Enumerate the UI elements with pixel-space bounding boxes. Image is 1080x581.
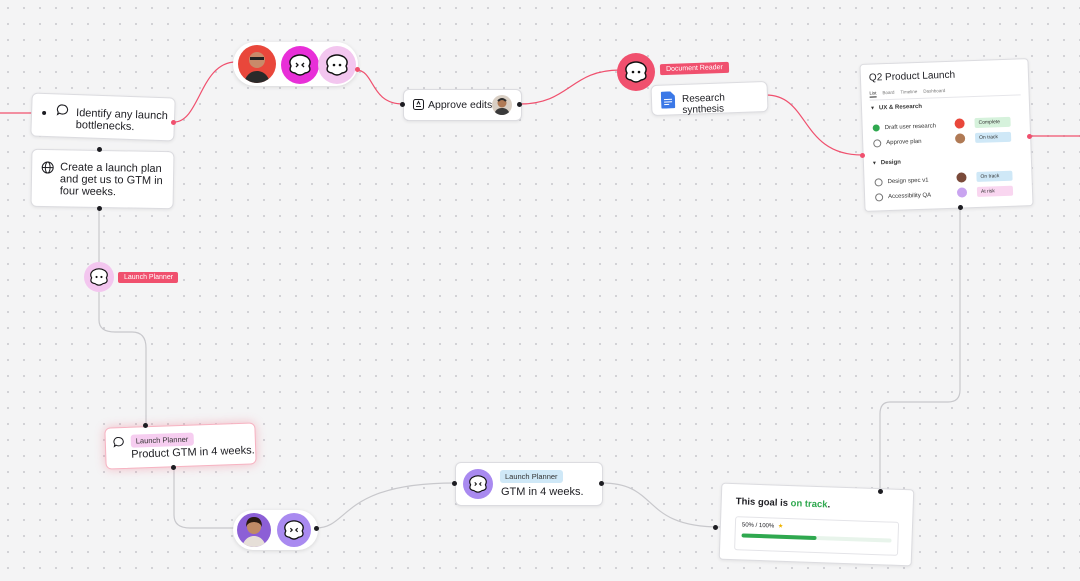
document-icon: [660, 91, 676, 109]
chevron-down-icon: ▼: [871, 160, 878, 167]
connector-dot: [878, 489, 883, 494]
wire-project-to-goal: [879, 207, 961, 490]
status-badge-on-track: On track: [974, 131, 1012, 143]
ai-face-icon: [90, 268, 108, 286]
ai-face-icon: [469, 475, 487, 493]
check-icon[interactable]: [874, 178, 883, 187]
assignee-avatar: [954, 133, 966, 144]
wire-avatars-to-approve: [355, 69, 404, 105]
connector-dot: [713, 525, 718, 530]
plan-text: Create a launch plan and get us to GTM i…: [59, 161, 163, 199]
connector-dot: [171, 465, 176, 470]
project-panel[interactable]: Q2 Product Launch List Board Timeline Da…: [859, 58, 1034, 212]
connector-dot: [171, 120, 176, 125]
user-avatar-man[interactable]: [238, 45, 276, 83]
goal-panel[interactable]: This goal is on track. 50% / 100% ★: [718, 482, 915, 567]
chat-icon: [56, 103, 69, 116]
bullet-dot: [42, 110, 47, 116]
check-icon[interactable]: [874, 193, 884, 202]
chat-icon: [113, 436, 125, 448]
wire-gtm-to-goal: [601, 482, 721, 528]
person-icon: [494, 98, 510, 115]
tab-dashboard[interactable]: Dashboard: [923, 88, 945, 96]
ai-face-icon: [284, 520, 304, 540]
task-row[interactable]: Accessibility QA: [874, 192, 931, 202]
person-icon: [244, 52, 270, 83]
launch-planner-agent[interactable]: [84, 262, 114, 292]
connector-dot: [517, 102, 522, 107]
connector-dot: [860, 153, 865, 158]
assignee-avatar: [956, 187, 968, 198]
task-row[interactable]: Design spec v1: [874, 177, 929, 187]
identify-text: Identify any launch bottlenecks.: [75, 107, 169, 134]
ai-agent-bubble-light[interactable]: [318, 46, 356, 84]
task-row[interactable]: Draft user research: [872, 122, 937, 132]
research-text: Research synthesis: [681, 92, 725, 116]
tab-timeline[interactable]: Timeline: [900, 89, 917, 97]
user-avatar-woman[interactable]: [237, 513, 271, 547]
launch-planner-agent-small[interactable]: [463, 469, 493, 499]
progress-fill: [741, 533, 817, 541]
goal-progress-card: 50% / 100% ★: [734, 516, 900, 556]
wire-identify-to-avatars: [173, 61, 237, 123]
check-done-icon[interactable]: [872, 124, 880, 132]
launch-planner-tag: Launch Planner: [118, 272, 178, 283]
project-title: Q2 Product Launch: [868, 69, 956, 84]
ai-face-icon: [289, 54, 311, 76]
star-icon: ★: [777, 523, 784, 530]
person-icon: [242, 517, 266, 547]
ai-face-icon: [625, 61, 647, 83]
progress-label: 50% / 100%: [741, 522, 775, 530]
connector-dot: [1027, 134, 1032, 139]
connector-dot: [599, 481, 604, 486]
wire-approve-to-reader: [519, 69, 621, 105]
assignee-avatar: [956, 172, 967, 183]
tab-board[interactable]: Board: [882, 90, 894, 97]
connector-dot: [97, 206, 102, 211]
approve-edits-node[interactable]: Approve edits: [403, 89, 522, 121]
wire-product-to-bubbles: [173, 468, 236, 529]
ai-agent-bubble-pink[interactable]: [281, 46, 319, 84]
connector-dot: [97, 147, 102, 152]
wire-research-to-project: [765, 94, 863, 156]
check-icon[interactable]: [873, 139, 882, 148]
gtm-text: GTM in 4 weeks.: [501, 486, 584, 498]
section-header-design[interactable]: ▼ Design: [872, 160, 901, 167]
connector-dot: [400, 102, 405, 107]
status-badge-at-risk: At risk: [976, 185, 1014, 197]
connector-dot: [452, 481, 457, 486]
chevron-down-icon: ▼: [869, 105, 876, 112]
progress-track: [741, 533, 892, 543]
goal-headline: This goal is on track.: [735, 496, 831, 511]
wire-planner-to-product: [98, 292, 147, 426]
approver-avatar[interactable]: [492, 95, 512, 115]
task-node-plan[interactable]: Create a launch plan and get us to GTM i…: [30, 148, 175, 210]
globe-icon: [41, 161, 54, 174]
status-badge-on-track: On track: [976, 170, 1013, 182]
task-row[interactable]: Approve plan: [873, 138, 922, 148]
document-reader-agent[interactable]: [617, 53, 655, 91]
approve-text: Approve edits: [428, 99, 493, 111]
gtm-node[interactable]: Launch Planner GTM in 4 weeks.: [455, 462, 603, 506]
assignee-avatar: [954, 118, 965, 129]
connector-dot: [958, 205, 963, 210]
launch-planner-chip: Launch Planner: [130, 432, 194, 448]
status-badge-complete: Complete: [974, 116, 1011, 129]
wire-bubbles-to-gtm: [315, 482, 456, 529]
launch-planner-chip: Launch Planner: [500, 470, 563, 483]
research-synthesis-node[interactable]: Research synthesis: [650, 80, 769, 117]
approval-icon: [413, 99, 424, 110]
connector-dot: [314, 526, 319, 531]
connector-dot: [143, 423, 148, 428]
goal-status: on track: [790, 498, 828, 511]
connector-dot: [355, 67, 360, 72]
tab-list[interactable]: List: [869, 90, 877, 98]
product-gtm-node[interactable]: Launch Planner Product GTM in 4 weeks.: [104, 422, 257, 470]
ai-face-icon: [326, 54, 348, 76]
section-header-ux[interactable]: ▼ UX & Research: [870, 104, 922, 112]
project-tabs: List Board Timeline Dashboard: [869, 88, 945, 98]
task-node-identify[interactable]: Identify any launch bottlenecks.: [30, 92, 176, 142]
ai-agent-bubble-purple[interactable]: [277, 513, 311, 547]
